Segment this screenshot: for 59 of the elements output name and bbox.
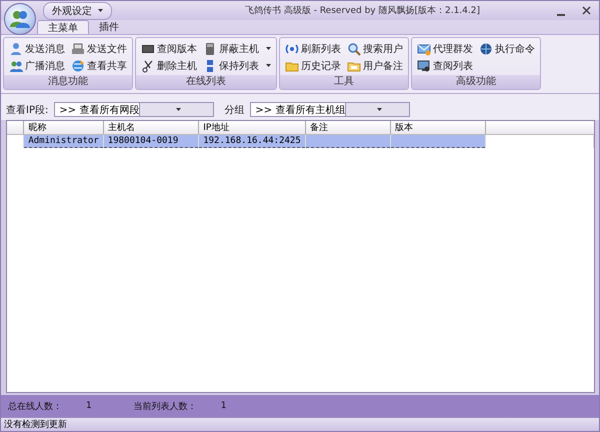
ribbon-button[interactable]: 代理群发 bbox=[415, 41, 475, 56]
stat-value: 1 bbox=[86, 401, 92, 411]
group-title: 工具 bbox=[280, 75, 408, 89]
ribbon-tab[interactable]: 主菜单 bbox=[37, 20, 89, 34]
people-logo-icon[interactable] bbox=[4, 3, 36, 35]
ribbon-button[interactable]: 历史记录 bbox=[283, 58, 343, 73]
stat-label: 当前列表人数： bbox=[134, 400, 197, 412]
table-cell: 19800104-0019 bbox=[103, 134, 199, 148]
column-header[interactable]: 昵称 bbox=[24, 121, 104, 134]
group-title: 消息功能 bbox=[4, 75, 132, 89]
globe-icon bbox=[479, 42, 493, 56]
globe-icon bbox=[71, 58, 85, 72]
ribbon-button[interactable]: 用户备注 bbox=[345, 58, 405, 73]
minimize-icon bbox=[557, 14, 565, 16]
envelope-icon bbox=[417, 42, 431, 56]
caret-icon bbox=[266, 64, 271, 67]
appearance-menu-button[interactable]: 外观设定 bbox=[43, 2, 112, 20]
filter-label: 分组 bbox=[224, 104, 244, 116]
ribbon-button[interactable]: 广播消息 bbox=[7, 58, 67, 73]
people-icon bbox=[9, 58, 23, 72]
ribbon-button[interactable]: 查阅列表 bbox=[415, 58, 475, 73]
ribbon-button[interactable]: 查看共享 bbox=[69, 58, 129, 73]
column-header[interactable]: 版本 bbox=[390, 121, 486, 134]
ribbon-button[interactable]: 执行命令 bbox=[477, 41, 537, 56]
caret-icon bbox=[266, 47, 271, 50]
caret-icon bbox=[377, 108, 382, 111]
person-icon bbox=[9, 42, 23, 56]
ribbon-button[interactable]: 发送文件 bbox=[69, 41, 129, 56]
printer-icon bbox=[71, 42, 85, 56]
window-title: 飞鸽传书 高级版 - Reserved by 随风飘扬[版本：2.1.4.2] bbox=[244, 4, 481, 17]
ribbon-button[interactable]: 搜索用户 bbox=[345, 41, 405, 56]
ribbon-button[interactable]: 删除主机 bbox=[139, 58, 199, 73]
dropdown-field[interactable]: >> 查看所有网段 bbox=[54, 102, 214, 117]
group-title: 高级功能 bbox=[412, 75, 540, 89]
magnifier-icon bbox=[347, 42, 361, 56]
column-header[interactable]: IP地址 bbox=[198, 121, 306, 134]
group-title: 在线列表 bbox=[136, 75, 276, 89]
column-header[interactable]: 备注 bbox=[305, 121, 390, 134]
table-cell: Administrator bbox=[24, 134, 104, 148]
column-header[interactable]: 主机名 bbox=[103, 121, 199, 134]
ribbon-button[interactable]: 查阅版本 bbox=[139, 41, 199, 56]
antenna-icon bbox=[285, 42, 299, 56]
caret-icon bbox=[98, 9, 103, 12]
ribbon-tab[interactable]: 插件 bbox=[89, 20, 129, 34]
scissors-icon bbox=[141, 58, 155, 72]
ribbon-button[interactable]: 屏蔽主机 bbox=[201, 41, 273, 56]
dropdown-field[interactable]: >> 查看所有主机组 bbox=[250, 102, 410, 117]
table-row[interactable]: Administrator 19800104-0019 192.168.16.44:2425 bbox=[7, 134, 594, 148]
filter-label: 查看IP段: bbox=[6, 104, 48, 116]
stat-label: 总在线人数： bbox=[8, 400, 62, 412]
ribbon-button[interactable]: 刷新列表 bbox=[283, 41, 343, 56]
computer-icon bbox=[203, 42, 217, 56]
caret-icon bbox=[176, 108, 182, 111]
ribbon-button[interactable]: 发送消息 bbox=[7, 41, 67, 56]
stat-value: 1 bbox=[220, 401, 226, 411]
status-text: 没有检测到更新 bbox=[4, 418, 67, 431]
table-cell: 192.168.16.44:2425 bbox=[198, 134, 306, 148]
monitor-icon bbox=[417, 58, 431, 72]
ribbon-button[interactable]: 保持列表 bbox=[201, 58, 273, 73]
